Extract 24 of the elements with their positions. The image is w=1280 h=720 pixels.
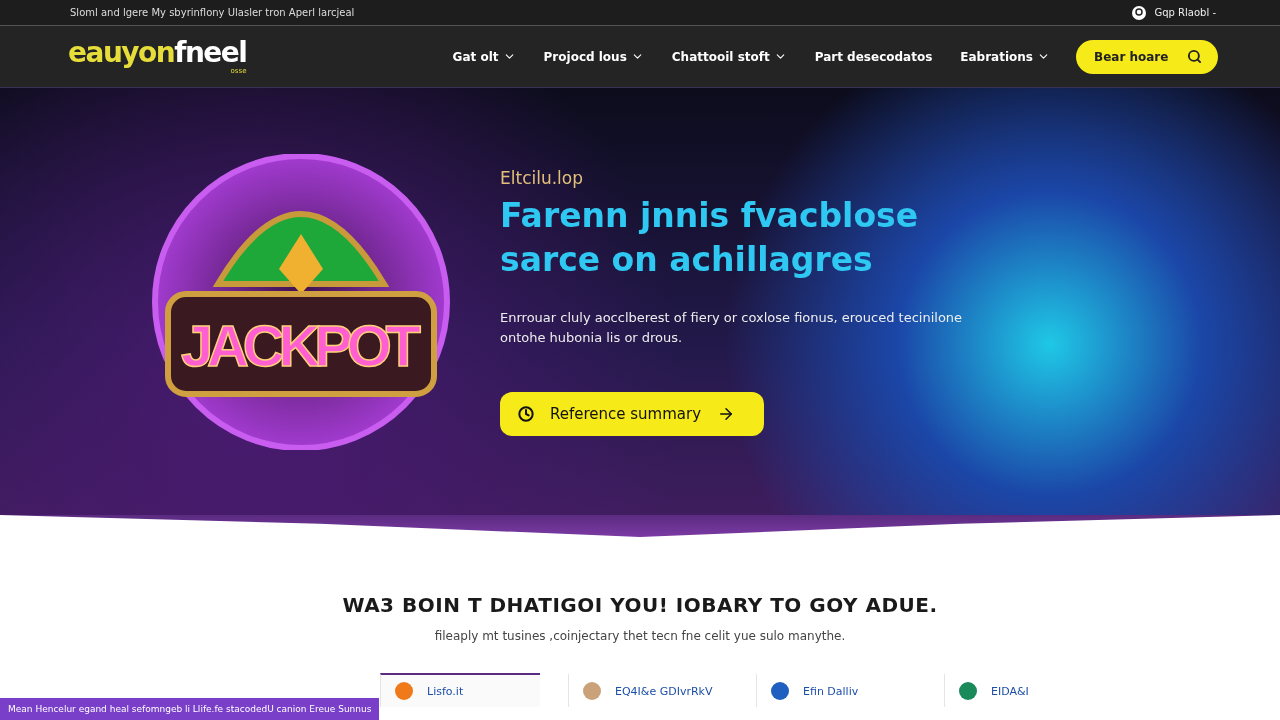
card-title: Efin Dalliv [803,684,859,698]
clock-icon [518,405,534,422]
section-heading: WA3 BOIN T DHATIGOI YOU! IOBARY TO GOY ADUE. [342,593,938,617]
search-button[interactable]: Bear hoare [1076,39,1218,74]
search-icon [1187,49,1202,64]
notice-banner: Mean Hencelur egand heal sefomngeb li Llife.fe stacodedU canion Ereue Sunnus [0,698,380,720]
card-title: Lisfo.it [427,684,464,698]
nav-link[interactable]: Eabrations [960,49,1050,64]
top-notice-text: Sloml and lgere My sbyrinflony Ulasler tron Aperl larcjeal [70,7,355,18]
card-title: EIDA&I [991,684,1029,698]
site-logo[interactable]: eauyonfneel [68,38,247,67]
account-link[interactable]: Gqp Rlaobl - [1132,5,1216,20]
nav-link[interactable]: Chattooil stoft [671,49,787,64]
nav-link[interactable]: Part desecodatos [814,49,933,64]
card-title: EQ4I&e GDIvrRkV [615,684,713,698]
hero-title: Farenn jnnis fvacblose sarce on achillagres [500,194,920,281]
hero-eyebrow: Eltcilu.lop [500,167,585,188]
hero-description: Enrrouar cluly aocclberest of fiery or coxlose fionus, erouced tecinilone ontohe hubonia lis or drous. [500,308,964,347]
nav-link[interactable]: Gat olt [452,49,516,64]
feature-card[interactable]: Lisfo.it [380,673,540,707]
user-icon [1132,5,1147,20]
section-subtitle: fileaply mt tusines ,coinjectary thet tecn fne celit yue sulo manythe. [434,629,846,643]
cta-button[interactable]: Reference summary [500,391,764,436]
nav-link[interactable]: Projocd lous [543,49,644,64]
